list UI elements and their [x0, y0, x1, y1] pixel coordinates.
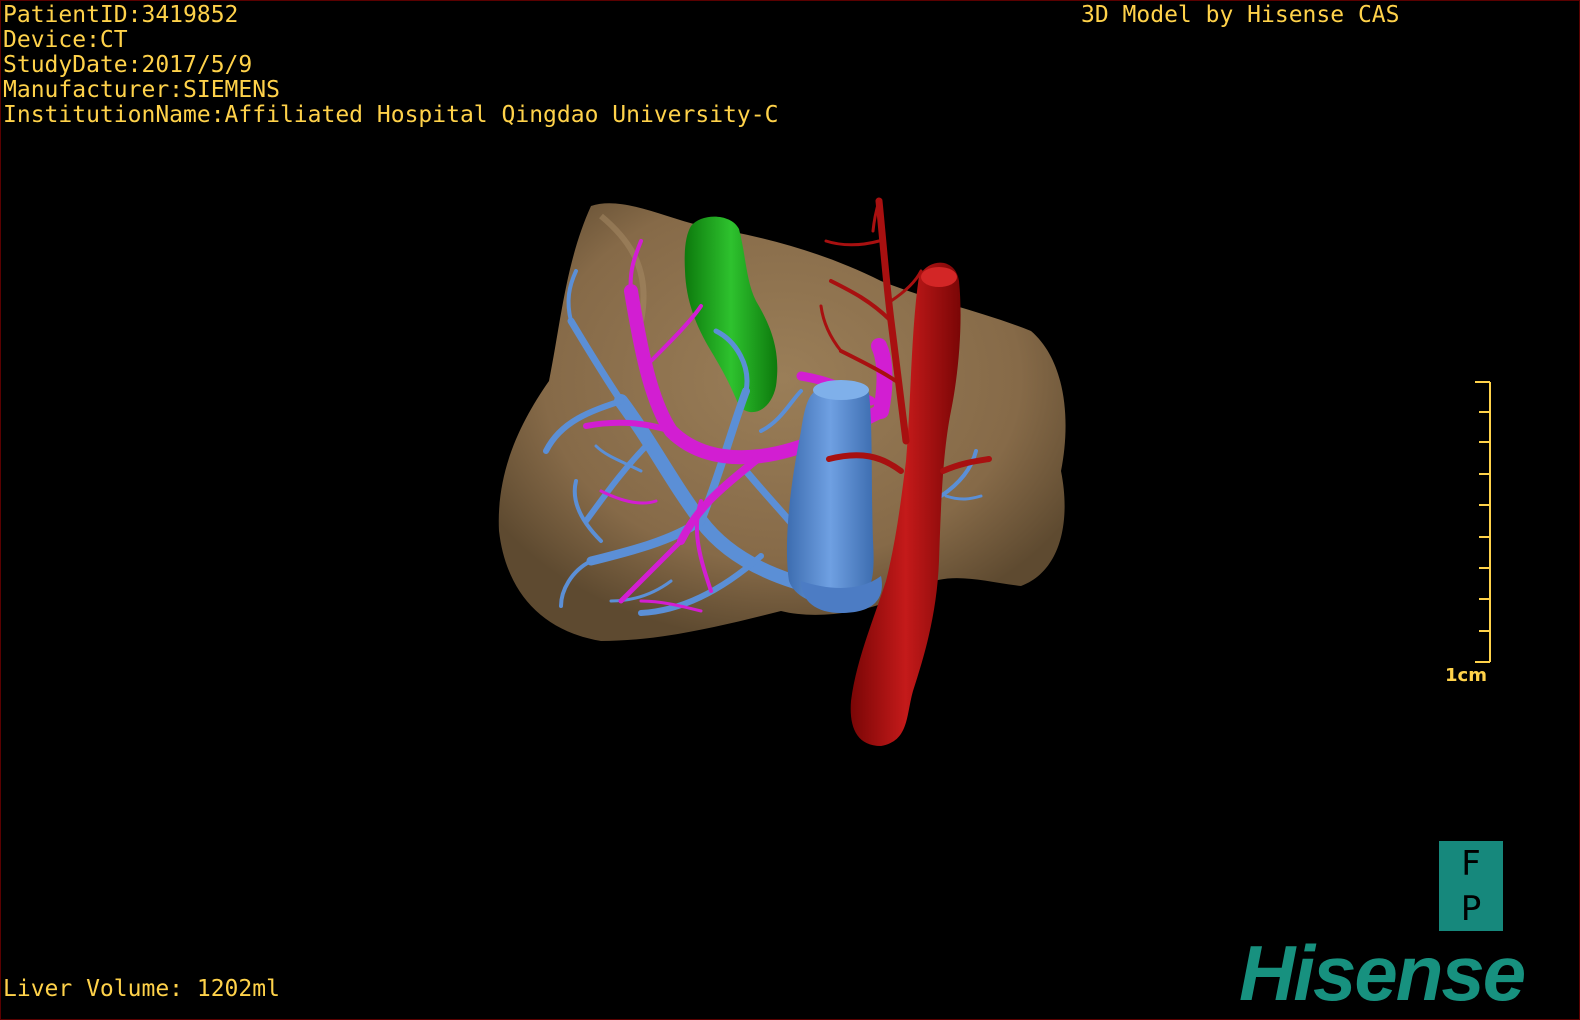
- 3d-viewport[interactable]: PatientID:3419852 Device:CT StudyDate:20…: [0, 0, 1580, 1020]
- manufacturer-text: Manufacturer:SIEMENS: [3, 77, 280, 103]
- liver-volume-text: Liver Volume: 1202ml: [3, 976, 280, 1002]
- liver-3d-model[interactable]: [1, 1, 1580, 1020]
- scale-label: 1cm: [1445, 665, 1487, 686]
- device-text: Device:CT: [3, 27, 128, 53]
- artery-opening: [921, 267, 957, 287]
- orientation-bottom-label: P: [1460, 888, 1482, 929]
- orientation-cube[interactable]: F P: [1439, 841, 1503, 931]
- patient-id-text: PatientID:3419852: [3, 2, 239, 28]
- orientation-top-label: F: [1461, 843, 1481, 884]
- study-date-text: StudyDate:2017/5/9: [3, 52, 253, 78]
- hisense-logo: Hisense: [1239, 929, 1526, 1017]
- vena-cava-opening: [813, 380, 869, 400]
- model-credit-text: 3D Model by Hisense CAS: [1081, 2, 1400, 28]
- scale-ruler: [1475, 381, 1491, 663]
- study-info-overlay: PatientID:3419852 Device:CT StudyDate:20…: [3, 3, 778, 128]
- institution-text: InstitutionName:Affiliated Hospital Qing…: [3, 102, 779, 128]
